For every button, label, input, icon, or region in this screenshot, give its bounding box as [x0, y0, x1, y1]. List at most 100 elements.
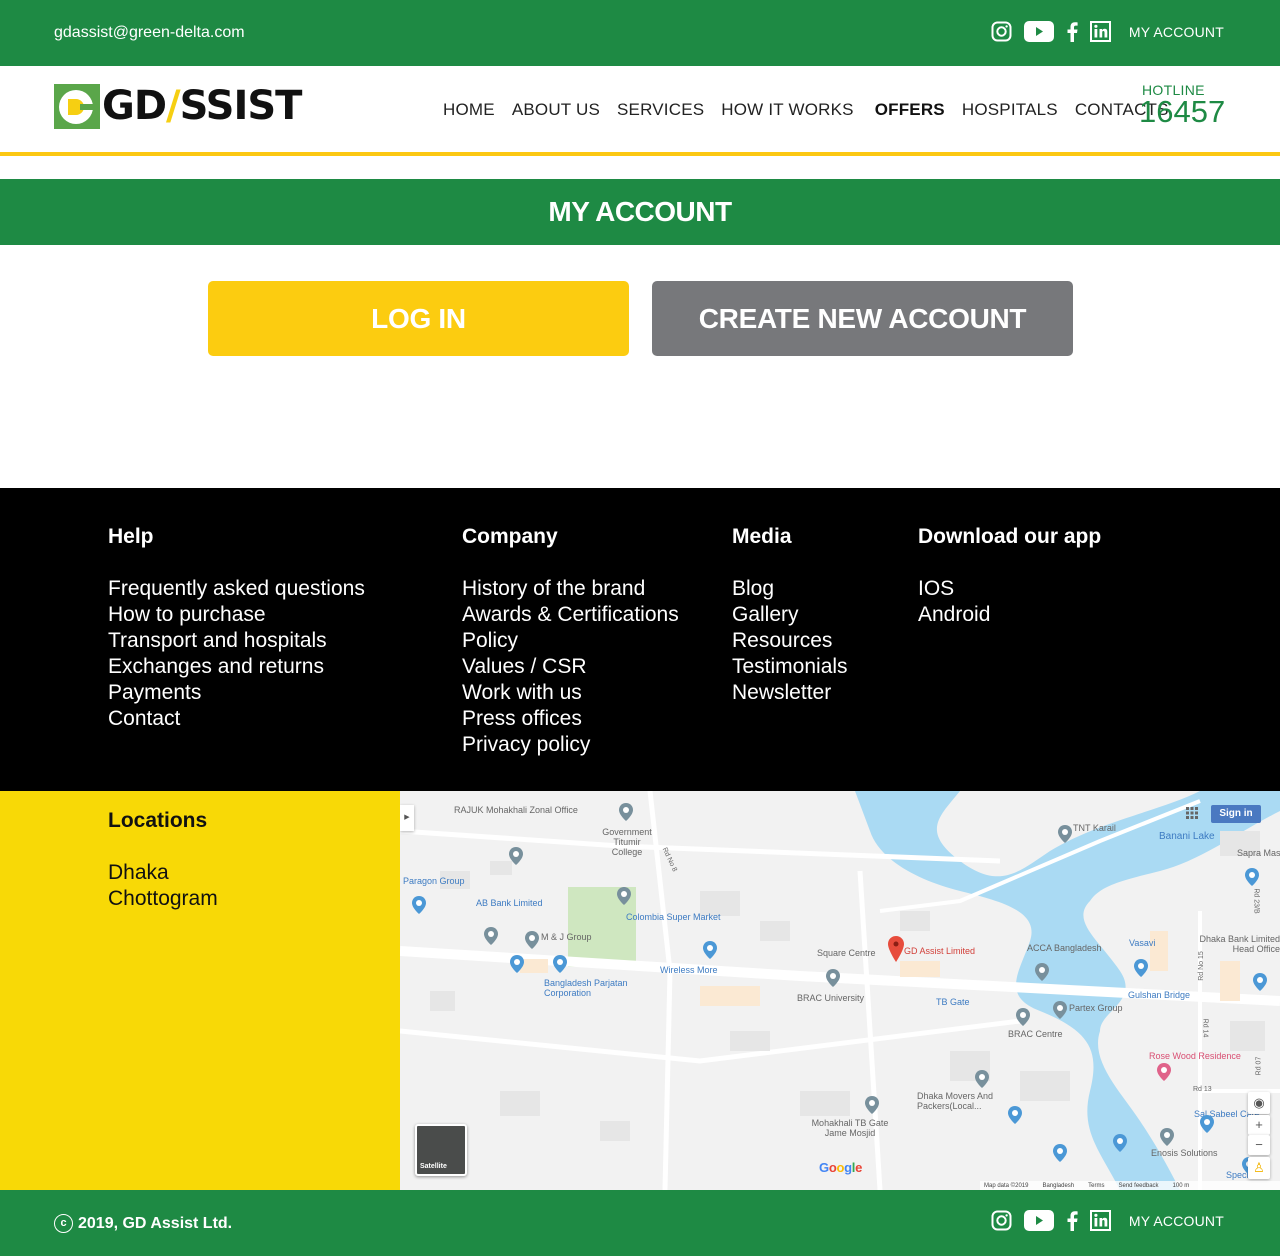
footer-link[interactable]: Awards & Certifications [462, 602, 679, 628]
map-terms-link[interactable]: Terms [1088, 1181, 1104, 1190]
footer-heading: Help [108, 525, 154, 548]
map-panel-toggle[interactable]: ▶ [400, 805, 414, 831]
footer-link[interactable]: Payments [108, 680, 365, 706]
hotline-number[interactable]: 16457 [1139, 96, 1225, 127]
poi-pin-icon[interactable] [865, 1096, 879, 1114]
footer-link[interactable]: Values / CSR [462, 654, 679, 680]
youtube-icon[interactable] [1023, 21, 1054, 42]
page-title: MY ACCOUNT [0, 179, 1280, 245]
map-label: AB Bank Limited [476, 898, 543, 908]
location-item[interactable]: Chottogram [108, 886, 218, 912]
footer-link[interactable]: Work with us [462, 680, 679, 706]
poi-pin-icon[interactable] [1008, 1106, 1022, 1124]
footer-link[interactable]: How to purchase [108, 602, 365, 628]
footer-link-android[interactable]: Android [918, 602, 1101, 628]
map-label: RAJUK Mohakhali Zonal Office [454, 805, 578, 815]
poi-pin-icon[interactable] [1134, 959, 1148, 977]
nav-about-us[interactable]: ABOUT US [512, 100, 600, 120]
map-label: TNT Karail [1073, 823, 1116, 833]
create-account-button[interactable]: CREATE NEW ACCOUNT [652, 281, 1073, 356]
instagram-icon[interactable] [991, 21, 1012, 42]
zoom-out-button[interactable]: − [1248, 1135, 1270, 1155]
location-marker-icon[interactable] [888, 936, 904, 962]
poi-pin-icon[interactable] [484, 927, 498, 945]
nav-home[interactable]: HOME [443, 100, 495, 120]
facebook-icon[interactable] [1066, 21, 1078, 42]
site-logo[interactable]: GD/SSIST [54, 84, 302, 129]
map-label: Square Centre [817, 948, 876, 958]
facebook-icon[interactable] [1066, 1210, 1078, 1231]
email-link[interactable]: gdassist@green-delta.com [54, 24, 245, 42]
poi-pin-icon[interactable] [412, 896, 426, 914]
footer-link-ios[interactable]: IOS [918, 576, 1101, 602]
poi-pin-icon[interactable] [1035, 963, 1049, 981]
poi-pin-icon[interactable] [1053, 1001, 1067, 1019]
poi-pin-icon[interactable] [826, 969, 840, 987]
poi-pin-icon[interactable] [510, 955, 524, 973]
location-item[interactable]: Dhaka [108, 860, 218, 886]
footer-link[interactable]: Frequently asked questions [108, 576, 365, 602]
street-view-pegman-icon[interactable]: ♙ [1248, 1157, 1270, 1179]
map-label: Dhaka Movers And Packers(Local... [917, 1091, 994, 1111]
nav-hospitals[interactable]: HOSPITALS [962, 100, 1058, 120]
nav-how-it-works[interactable]: HOW IT WORKS [721, 100, 853, 120]
map-label: TB Gate [936, 997, 970, 1007]
satellite-toggle[interactable]: Satellite [415, 1124, 467, 1176]
poi-pin-icon[interactable] [1058, 825, 1072, 843]
footer-link[interactable]: Blog [732, 576, 848, 602]
site-header: GD/SSIST HOME ABOUT US SERVICES HOW IT W… [0, 66, 1280, 156]
footer-link[interactable]: Testimonials [732, 654, 848, 680]
embedded-map[interactable]: ▶ RAJUK Mohakhali Zonal Office Governmen… [400, 791, 1280, 1190]
poi-pin-icon[interactable] [1160, 1128, 1174, 1146]
apps-grid-icon[interactable] [1186, 807, 1198, 819]
youtube-icon[interactable] [1023, 1210, 1054, 1231]
footer-link[interactable]: Privacy policy [462, 732, 679, 758]
footer-link[interactable]: Contact [108, 706, 365, 732]
footer-link[interactable]: Press offices [462, 706, 679, 732]
poi-pin-icon[interactable] [1053, 1144, 1067, 1162]
instagram-icon[interactable] [991, 1210, 1012, 1231]
poi-pin-icon[interactable] [975, 1070, 989, 1088]
zoom-in-button[interactable]: + [1248, 1115, 1270, 1135]
nav-offers[interactable]: OFFERS [875, 100, 945, 120]
map-label: BRAC Centre [1008, 1029, 1063, 1039]
map-sign-in-button[interactable]: Sign in [1211, 805, 1261, 823]
my-location-icon[interactable]: ◉ [1248, 1092, 1270, 1114]
hotline: HOTLINE 16457 [1139, 82, 1225, 127]
footer-heading: Media [732, 525, 792, 548]
footer-link[interactable]: Newsletter [732, 680, 848, 706]
nav-services[interactable]: SERVICES [617, 100, 704, 120]
map-label: Gulshan Bridge [1128, 990, 1191, 1000]
poi-pin-icon[interactable] [1113, 1134, 1127, 1152]
poi-pin-icon[interactable] [1253, 973, 1267, 991]
poi-pin-icon[interactable] [525, 931, 539, 949]
footer-link[interactable]: Exchanges and returns [108, 654, 365, 680]
footer-link[interactable]: Resources [732, 628, 848, 654]
footer-col-company: Company History of the brand Awards & Ce… [462, 524, 679, 758]
footer-link[interactable]: Gallery [732, 602, 848, 628]
map-label: Rd 23/B [1252, 888, 1260, 914]
poi-pin-icon[interactable] [1245, 868, 1259, 886]
poi-pin-icon[interactable] [1200, 1115, 1214, 1133]
footer-link[interactable]: Policy [462, 628, 679, 654]
footer-link[interactable]: Transport and hospitals [108, 628, 365, 654]
poi-pin-icon[interactable] [1157, 1063, 1171, 1081]
my-account-link[interactable]: MY ACCOUNT [1129, 24, 1224, 40]
poi-pin-icon[interactable] [617, 887, 631, 905]
poi-pin-icon[interactable] [1016, 1008, 1030, 1026]
poi-pin-icon[interactable] [509, 847, 523, 865]
login-button[interactable]: LOG IN [208, 281, 629, 356]
poi-pin-icon[interactable] [553, 955, 567, 973]
map-label: Sapra Masjid [1237, 848, 1280, 858]
linkedin-icon[interactable] [1089, 21, 1111, 42]
map-feedback-link[interactable]: Send feedback [1119, 1181, 1159, 1190]
map-label: Enosis Solutions [1151, 1148, 1218, 1158]
linkedin-icon[interactable] [1089, 1210, 1111, 1231]
my-account-link-footer[interactable]: MY ACCOUNT [1129, 1213, 1224, 1229]
footer-col-help: Help Frequently asked questions How to p… [108, 524, 365, 732]
poi-pin-icon[interactable] [619, 803, 633, 821]
footer-link[interactable]: History of the brand [462, 576, 679, 602]
bottom-bar: c 2019, GD Assist Ltd. MY ACCOUNT [0, 1190, 1280, 1256]
map-label: Dhaka Bank Limited Head Office [1199, 934, 1280, 954]
poi-pin-icon[interactable] [703, 941, 717, 959]
